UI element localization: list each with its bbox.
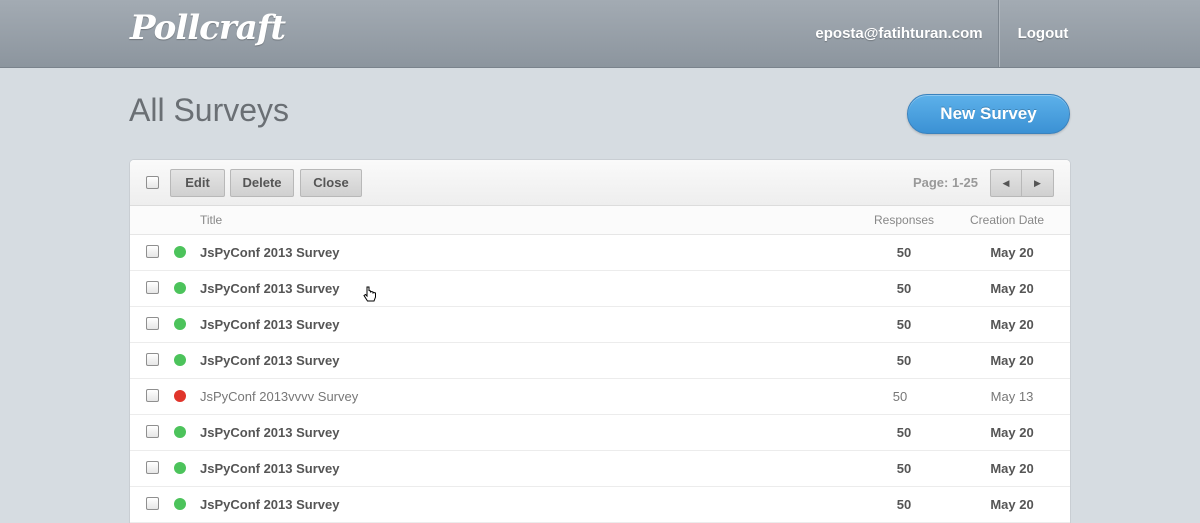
survey-title[interactable]: JsPyConf 2013 Survey — [200, 235, 339, 270]
creation-date: May 20 — [990, 317, 1034, 332]
status-dot-icon — [174, 246, 186, 258]
table-row[interactable]: JsPyConf 2013 Survey 50 May 20 — [130, 235, 1070, 271]
edit-button[interactable]: Edit — [170, 169, 225, 197]
surveys-panel: Edit Delete Close Page: 1-25 ◀ ▶ Title R… — [130, 160, 1070, 523]
response-count: 50 — [896, 353, 912, 368]
survey-title[interactable]: JsPyConf 2013 Survey — [200, 487, 339, 522]
creation-date: May 20 — [990, 497, 1034, 512]
row-checkbox[interactable] — [146, 245, 159, 258]
previous-page-button[interactable]: ◀ — [990, 169, 1022, 197]
table-toolbar: Edit Delete Close Page: 1-25 ◀ ▶ — [130, 160, 1070, 206]
table-row[interactable]: JsPyConf 2013 Survey 50 May 20 — [130, 451, 1070, 487]
creation-date: May 20 — [990, 461, 1034, 476]
column-header-title[interactable]: Title — [200, 206, 222, 235]
triangle-right-icon: ▶ — [1034, 178, 1041, 188]
table-row[interactable]: JsPyConf 2013 Survey 50 May 20 — [130, 487, 1070, 523]
select-all-checkbox[interactable] — [146, 176, 159, 189]
creation-date: May 13 — [990, 389, 1034, 404]
survey-title[interactable]: JsPyConf 2013 Survey — [200, 415, 339, 450]
status-dot-icon — [174, 318, 186, 330]
triangle-left-icon: ◀ — [1002, 178, 1010, 188]
table-row[interactable]: JsPyConf 2013vvvv Survey 50 May 13 — [130, 379, 1070, 415]
next-page-button[interactable]: ▶ — [1022, 169, 1054, 197]
survey-title[interactable]: JsPyConf 2013 Survey — [200, 451, 339, 486]
creation-date: May 20 — [990, 245, 1034, 260]
status-dot-icon — [174, 426, 186, 438]
status-dot-icon — [174, 390, 186, 402]
page-title: All Surveys — [129, 92, 290, 128]
row-checkbox[interactable] — [146, 353, 159, 366]
response-count: 50 — [896, 281, 912, 296]
response-count: 50 — [896, 425, 912, 440]
new-survey-button[interactable]: New Survey — [907, 94, 1070, 134]
status-dot-icon — [174, 282, 186, 294]
response-count: 50 — [896, 317, 912, 332]
hand-pointer-cursor-icon — [363, 286, 376, 302]
column-header-responses[interactable]: Responses — [874, 206, 934, 235]
table-row[interactable]: JsPyConf 2013 Survey 50 May 20 — [130, 343, 1070, 379]
response-count: 50 — [896, 461, 912, 476]
status-dot-icon — [174, 354, 186, 366]
top-navbar: Pollcraft eposta@fatihturan.com Logout — [0, 0, 1200, 68]
row-checkbox[interactable] — [146, 425, 159, 438]
table-header: Title Responses Creation Date — [130, 206, 1070, 235]
column-header-creation-date[interactable]: Creation Date — [970, 206, 1044, 235]
creation-date: May 20 — [990, 353, 1034, 368]
survey-list: JsPyConf 2013 Survey 50 May 20 JsPyConf … — [130, 235, 1070, 523]
logout-button[interactable]: Logout — [1000, 0, 1086, 67]
survey-title[interactable]: JsPyConf 2013 Survey — [200, 307, 339, 342]
delete-button[interactable]: Delete — [230, 169, 294, 197]
survey-title[interactable]: JsPyConf 2013 Survey — [200, 343, 339, 378]
response-count: 50 — [896, 497, 912, 512]
user-email-link[interactable]: eposta@fatihturan.com — [800, 0, 998, 67]
response-count: 50 — [892, 389, 908, 404]
row-checkbox[interactable] — [146, 281, 159, 294]
status-dot-icon — [174, 462, 186, 474]
app-logo[interactable]: Pollcraft — [130, 8, 286, 48]
close-button[interactable]: Close — [300, 169, 362, 197]
response-count: 50 — [896, 245, 912, 260]
row-checkbox[interactable] — [146, 497, 159, 510]
table-row[interactable]: JsPyConf 2013 Survey 50 May 20 — [130, 415, 1070, 451]
status-dot-icon — [174, 498, 186, 510]
table-row[interactable]: JsPyConf 2013 Survey 50 May 20 — [130, 271, 1070, 307]
survey-title[interactable]: JsPyConf 2013vvvv Survey — [200, 379, 358, 414]
page-range-label: Page: 1-25 — [912, 175, 978, 190]
survey-title[interactable]: JsPyConf 2013 Survey — [200, 271, 339, 306]
row-checkbox[interactable] — [146, 389, 159, 402]
creation-date: May 20 — [990, 425, 1034, 440]
table-row[interactable]: JsPyConf 2013 Survey 50 May 20 — [130, 307, 1070, 343]
creation-date: May 20 — [990, 281, 1034, 296]
row-checkbox[interactable] — [146, 461, 159, 474]
row-checkbox[interactable] — [146, 317, 159, 330]
